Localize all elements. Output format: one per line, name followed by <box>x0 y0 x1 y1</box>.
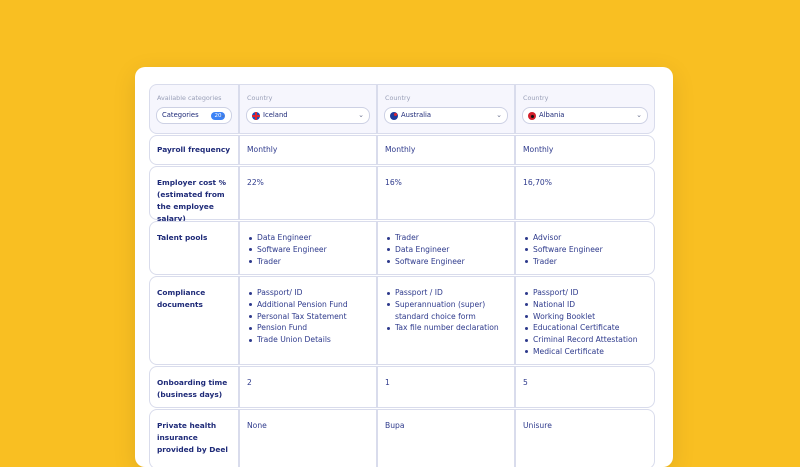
country-select-value: Iceland <box>263 111 288 119</box>
country-select-value: Australia <box>401 111 432 119</box>
list-item: Data Engineer <box>247 232 372 244</box>
categories-select-value: Categories <box>162 111 199 119</box>
cell-value: Unisure <box>523 421 552 430</box>
documents-list: Passport/ ID Additional Pension Fund Per… <box>247 287 372 346</box>
country-select-value: Albania <box>539 111 565 119</box>
row-label: Employer cost % (estimated from the empl… <box>157 178 227 223</box>
talent-list: Advisor Software Engineer Trader <box>523 232 650 267</box>
albania-flag-icon <box>528 112 536 120</box>
list-item: Software Engineer <box>385 256 510 268</box>
country-select-iceland[interactable]: Iceland ⌄ <box>246 107 370 124</box>
cell-value: None <box>247 421 267 430</box>
row-label: Talent pools <box>157 233 208 242</box>
row-label: Onboarding time (business days) <box>157 378 228 399</box>
country-label: Country <box>247 94 273 102</box>
table-row: Employer cost % (estimated from the empl… <box>149 166 655 223</box>
country-header-cell: Country Australia ⌄ <box>377 84 515 134</box>
cell-value: Monthly <box>523 145 554 154</box>
list-item: Pension Fund <box>247 322 372 334</box>
list-item: Working Booklet <box>523 311 650 323</box>
categories-header-cell: Available categories Categories 20 ⌄ <box>149 84 239 134</box>
list-item: Trade Union Details <box>247 334 372 346</box>
list-item: Medical Certificate <box>523 346 650 358</box>
cell-value: 22% <box>247 178 264 187</box>
chevron-down-icon: ⌄ <box>636 111 642 119</box>
comparison-card: Available categories Categories 20 ⌄ Cou… <box>135 67 673 467</box>
table-row: Private health insurance provided by Dee… <box>149 409 655 467</box>
table-row: Payroll frequency Monthly Monthly Monthl… <box>149 135 655 165</box>
list-item: National ID <box>523 299 650 311</box>
table-row: Compliance documents Passport/ ID Additi… <box>149 276 655 365</box>
list-item: Personal Tax Statement <box>247 311 372 323</box>
list-item: Criminal Record Attestation <box>523 334 650 346</box>
list-item: Additional Pension Fund <box>247 299 372 311</box>
list-item: Trader <box>523 256 650 268</box>
country-label: Country <box>523 94 549 102</box>
documents-list: Passport/ ID National ID Working Booklet… <box>523 287 650 358</box>
country-label: Country <box>385 94 411 102</box>
talent-list: Data Engineer Software Engineer Trader <box>247 232 372 267</box>
categories-label: Available categories <box>157 94 222 102</box>
list-item: Superannuation (super) standard choice f… <box>385 299 510 323</box>
cell-value: 2 <box>247 378 252 387</box>
cell-value: Monthly <box>385 145 416 154</box>
list-item: Passport/ ID <box>523 287 650 299</box>
list-item: Trader <box>385 232 510 244</box>
country-select-albania[interactable]: Albania ⌄ <box>522 107 648 124</box>
chevron-down-icon: ⌄ <box>358 111 364 119</box>
australia-flag-icon <box>390 112 398 120</box>
list-item: Tax file number declaration <box>385 322 510 334</box>
talent-list: Trader Data Engineer Software Engineer <box>385 232 510 267</box>
row-label: Private health insurance provided by Dee… <box>157 421 228 454</box>
list-item: Software Engineer <box>523 244 650 256</box>
table-header-row: Available categories Categories 20 ⌄ Cou… <box>149 84 655 134</box>
cell-value: 16,70% <box>523 178 552 187</box>
country-header-cell: Country Iceland ⌄ <box>239 84 377 134</box>
list-item: Software Engineer <box>247 244 372 256</box>
list-item: Advisor <box>523 232 650 244</box>
cell-value: 16% <box>385 178 402 187</box>
country-header-cell: Country Albania ⌄ <box>515 84 655 134</box>
table-row: Talent pools Data Engineer Software Engi… <box>149 221 655 275</box>
list-item: Passport/ ID <box>247 287 372 299</box>
chevron-down-icon: ⌄ <box>496 111 502 119</box>
country-select-australia[interactable]: Australia ⌄ <box>384 107 508 124</box>
list-item: Data Engineer <box>385 244 510 256</box>
table-row: Onboarding time (business days) 2 1 5 <box>149 366 655 408</box>
documents-list: Passport / ID Superannuation (super) sta… <box>385 287 510 334</box>
row-label: Payroll frequency <box>157 145 231 154</box>
list-item: Passport / ID <box>385 287 510 299</box>
cell-value: Bupa <box>385 421 405 430</box>
iceland-flag-icon <box>252 112 260 120</box>
list-item: Educational Certificate <box>523 322 650 334</box>
cell-value: 5 <box>523 378 528 387</box>
cell-value: Monthly <box>247 145 278 154</box>
cell-value: 1 <box>385 378 390 387</box>
list-item: Trader <box>247 256 372 268</box>
categories-select[interactable]: Categories 20 ⌄ <box>156 107 232 124</box>
row-label: Compliance documents <box>157 288 206 309</box>
chevron-down-icon: ⌄ <box>220 111 226 119</box>
